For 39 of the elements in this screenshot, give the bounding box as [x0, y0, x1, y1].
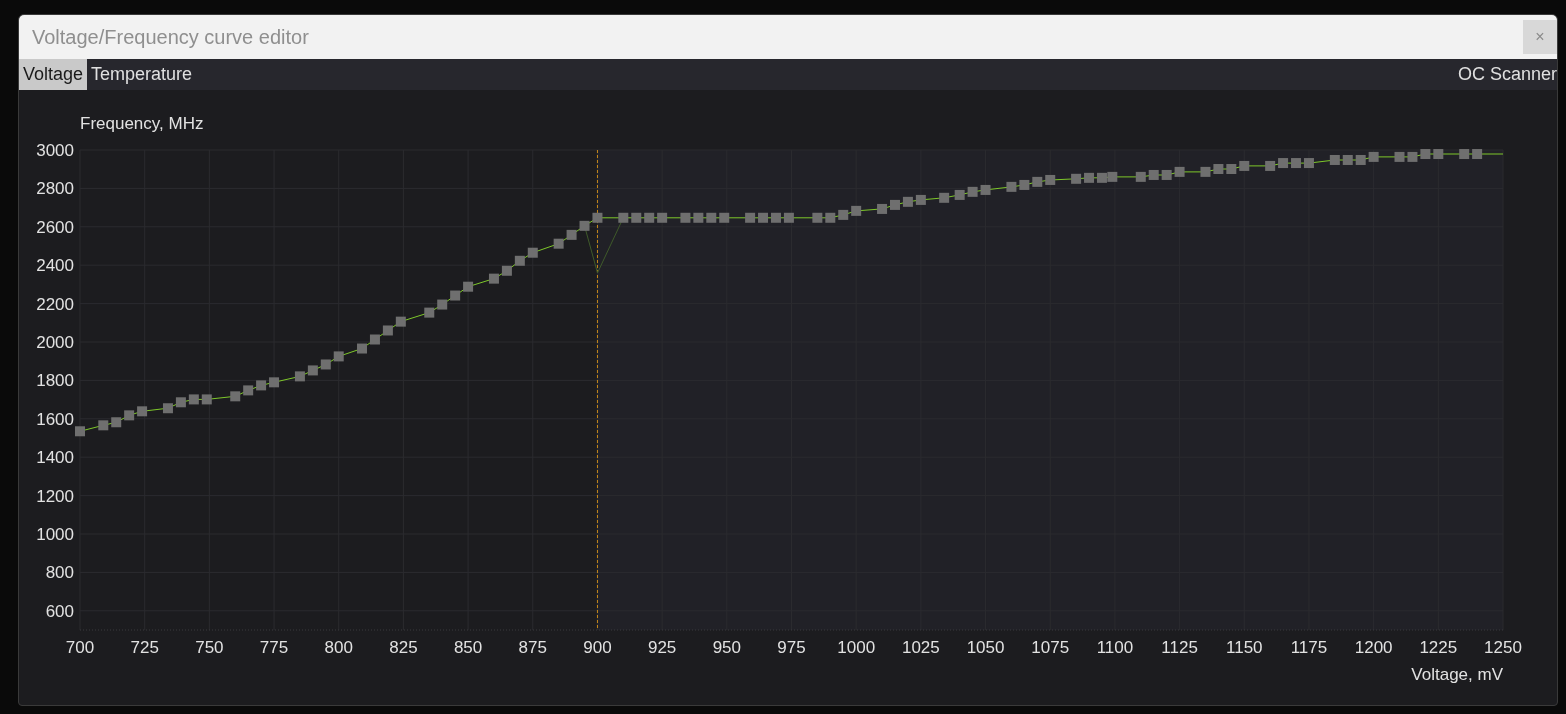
x-tick-label: 850 [453, 638, 483, 657]
window-title: Voltage/Frequency curve editor [32, 25, 309, 49]
x-tick-label: 725 [130, 638, 159, 657]
x-tick-label: 1150 [1226, 638, 1263, 657]
x-tick-label: 1200 [1354, 638, 1393, 657]
y-axis-title: Frequency, MHz [80, 114, 204, 133]
x-tick-label: 1000 [837, 638, 876, 657]
y-tick-label: 1600 [36, 409, 74, 429]
x-tick-label: 1025 [901, 638, 940, 657]
y-tick-label: 1200 [36, 486, 74, 506]
y-tick-label: 1400 [36, 448, 74, 468]
x-tick-label: 875 [518, 638, 547, 657]
x-tick-label: 1075 [1031, 638, 1070, 657]
x-tick-label: 1125 [1161, 638, 1198, 657]
y-tick-label: 3000 [36, 141, 74, 160]
x-tick-label: 975 [777, 638, 806, 657]
x-tick-label: 700 [65, 638, 95, 657]
y-tick-label: 2000 [36, 333, 74, 352]
x-tick-label: 1050 [966, 638, 1005, 657]
y-tick-label: 600 [45, 601, 74, 621]
x-tick-label: 1100 [1096, 638, 1134, 657]
x-tick-label: 925 [647, 638, 677, 657]
y-tick-label: 2200 [36, 294, 74, 314]
y-tick-label: 1800 [36, 371, 74, 391]
x-tick-label: 825 [389, 638, 418, 657]
y-tick-label: 2800 [36, 179, 74, 199]
x-tick-label: 1250 [1484, 638, 1522, 657]
y-tick-label: 2400 [36, 256, 74, 276]
y-tick-label: 1000 [36, 525, 74, 544]
x-tick-label: 1225 [1419, 638, 1458, 657]
x-tick-label: 775 [259, 638, 289, 657]
y-tick-label: 800 [45, 563, 74, 583]
x-tick-label: 1175 [1290, 638, 1328, 657]
x-tick-label: 900 [583, 638, 612, 657]
x-tick-label: 800 [324, 638, 353, 657]
x-tick-label: 950 [712, 638, 741, 657]
x-axis-title: Voltage, mV [1411, 665, 1503, 684]
x-tick-label: 750 [195, 638, 224, 657]
y-tick-label: 2600 [36, 217, 74, 237]
